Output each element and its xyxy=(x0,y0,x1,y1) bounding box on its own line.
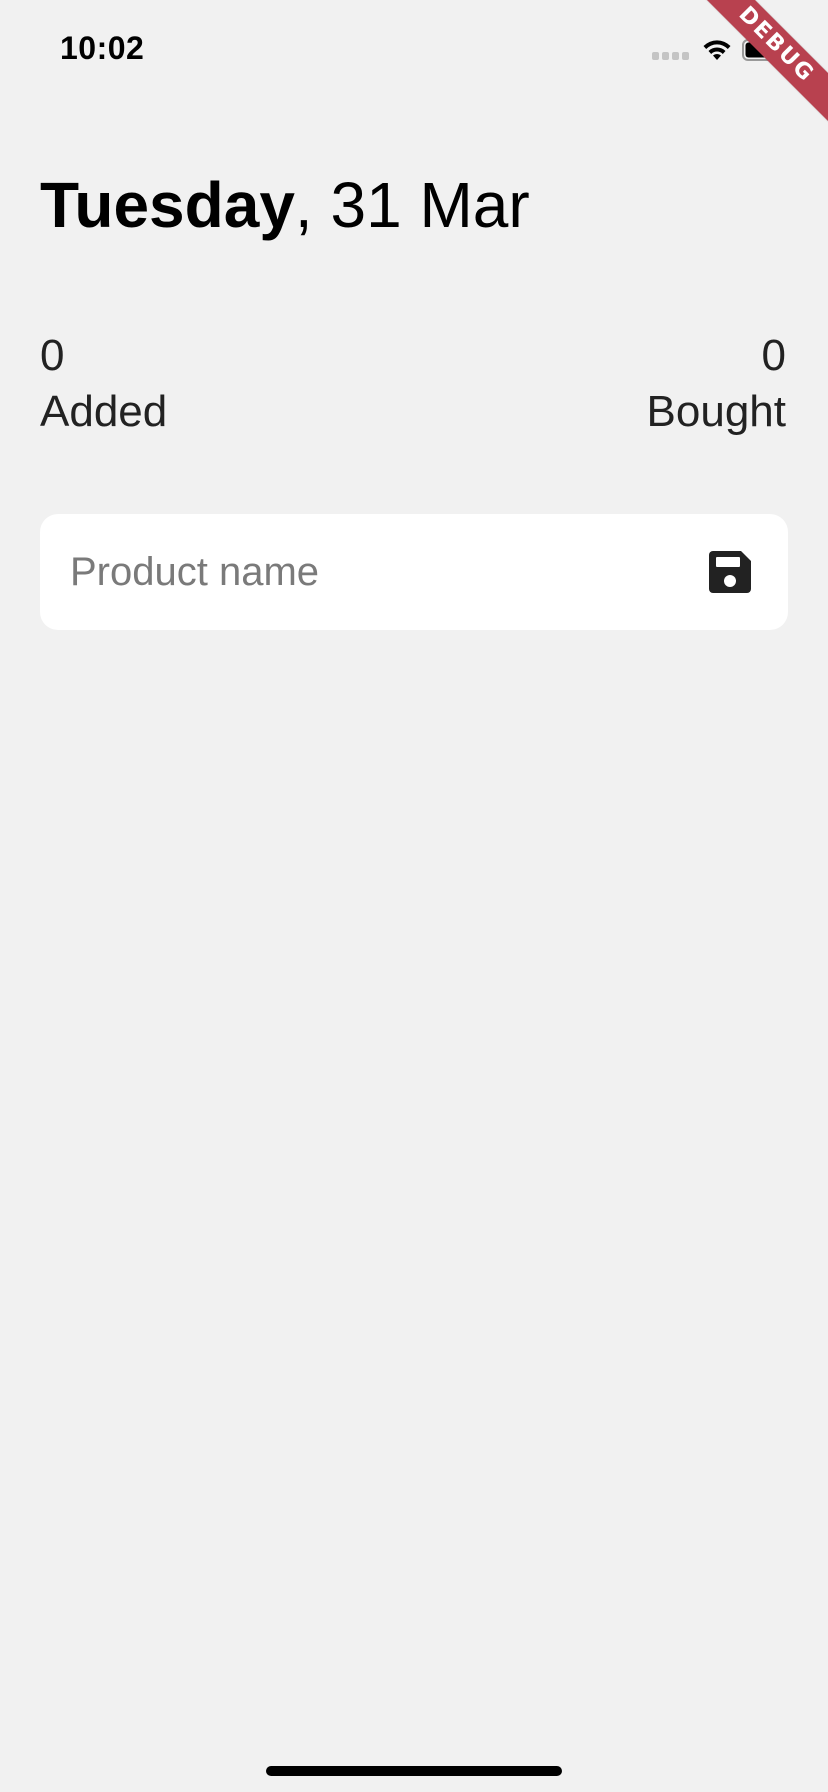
app-screen: 10:02 DEBUG Tuesday, 31 Mar 0 Added 0 Bo… xyxy=(0,0,828,1792)
added-stat: 0 Added xyxy=(40,328,167,440)
wifi-icon xyxy=(703,40,731,60)
home-indicator[interactable] xyxy=(266,1766,562,1776)
status-time: 10:02 xyxy=(60,30,145,66)
bought-count: 0 xyxy=(761,331,786,380)
bought-label: Bought xyxy=(646,387,786,436)
status-bar: 10:02 xyxy=(0,0,828,100)
added-label: Added xyxy=(40,387,168,436)
bought-stat: 0 Bought xyxy=(647,328,786,440)
added-count: 0 xyxy=(40,331,65,380)
signal-icon xyxy=(652,52,690,62)
page-title: Tuesday, 31 Mar xyxy=(40,168,530,242)
weekday-label: Tuesday xyxy=(40,169,295,241)
save-icon[interactable] xyxy=(708,550,752,594)
date-label: , 31 Mar xyxy=(294,169,530,241)
product-name-input[interactable] xyxy=(70,544,630,600)
product-input-card xyxy=(40,514,788,630)
